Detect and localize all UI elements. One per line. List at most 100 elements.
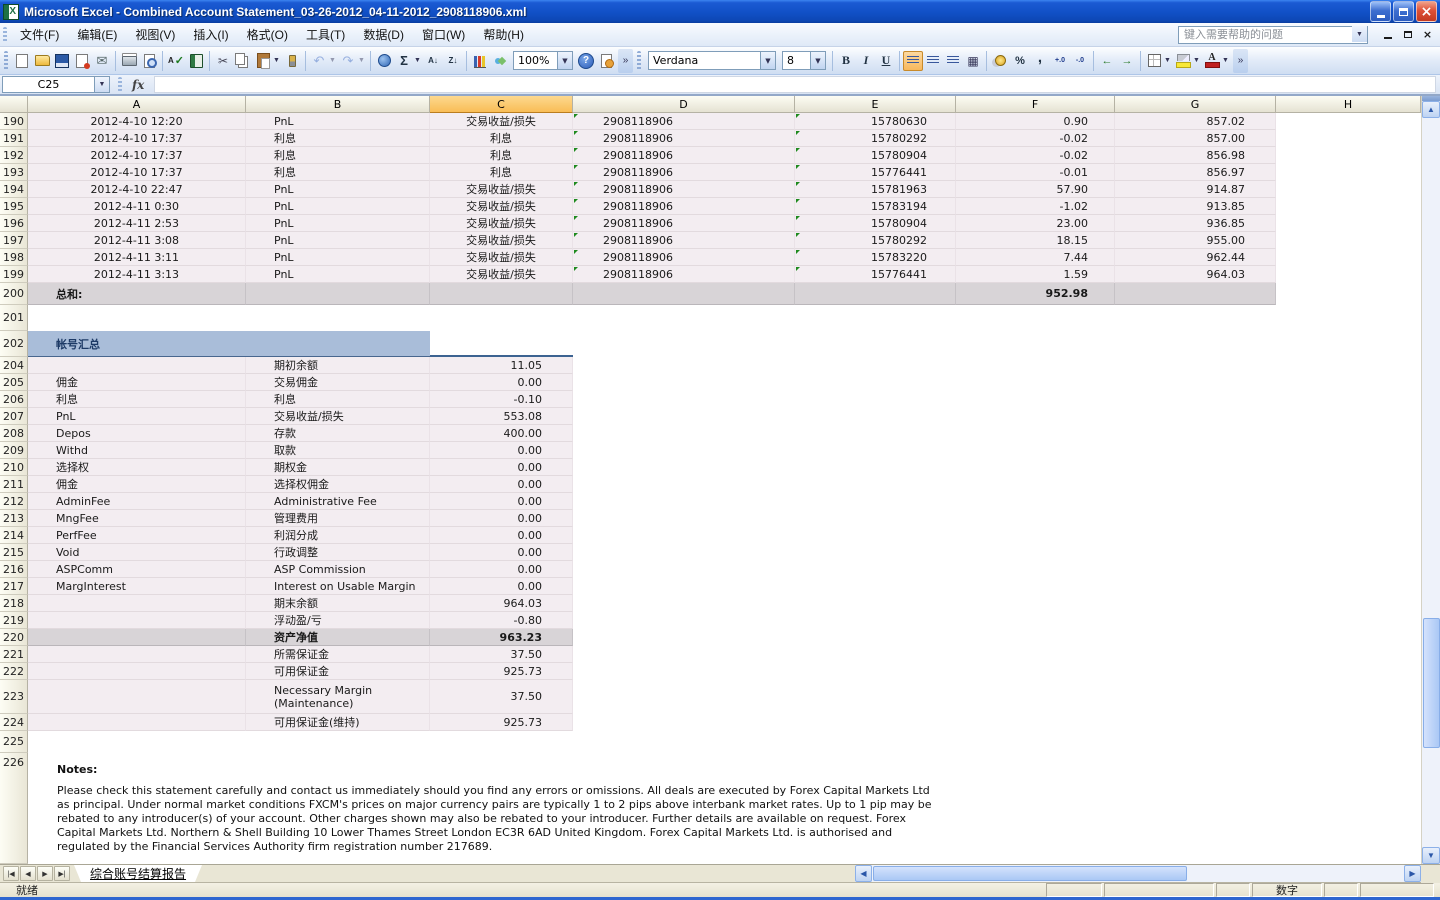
cell-A212[interactable]: AdminFee [28, 493, 246, 510]
cell-A208[interactable]: Depos [28, 425, 246, 442]
cell-B209[interactable]: 取款 [246, 442, 430, 459]
cell-F197[interactable]: 18.15 [956, 232, 1115, 249]
copy-icon[interactable] [233, 51, 253, 71]
cell-C220[interactable]: 963.23 [430, 629, 573, 646]
row-header-217[interactable]: 217 [0, 578, 28, 595]
row-header-216[interactable]: 216 [0, 561, 28, 578]
row-header-195[interactable]: 195 [0, 198, 28, 215]
row-header-204[interactable]: 204 [0, 357, 28, 374]
sort-descending-icon[interactable]: Z↓ [443, 51, 463, 71]
cell-D217[interactable] [573, 578, 1421, 595]
cell-A196[interactable]: 2012-4-11 2:53 [28, 215, 246, 232]
cell-D224[interactable] [573, 714, 1421, 731]
cell-A204[interactable] [28, 357, 246, 374]
row-header-194[interactable]: 194 [0, 181, 28, 198]
cell-A213[interactable]: MngFee [28, 510, 246, 527]
chart-wizard-icon[interactable] [470, 51, 490, 71]
cut-icon[interactable]: ✂ [213, 51, 233, 71]
horizontal-scroll-thumb[interactable] [873, 866, 1187, 881]
menu-format[interactable]: 格式(O) [238, 25, 297, 45]
cell-D193[interactable]: 2908118906 [573, 164, 795, 181]
cell-D222[interactable] [573, 663, 1421, 680]
column-header-F[interactable]: F [956, 96, 1115, 113]
cell-G194[interactable]: 914.87 [1115, 181, 1276, 198]
cell-D207[interactable] [573, 408, 1421, 425]
cell-B205[interactable]: 交易佣金 [246, 374, 430, 391]
cell-B195[interactable]: PnL [246, 198, 430, 215]
cell-E197[interactable]: 15780292 [795, 232, 956, 249]
menu-tools[interactable]: 工具(T) [297, 25, 354, 45]
cell-C196[interactable]: 交易收益/损失 [430, 215, 573, 232]
hyperlink-icon[interactable] [374, 51, 394, 71]
font-size-combo-dropdown-icon[interactable]: ▼ [810, 52, 825, 69]
decrease-indent-icon[interactable]: ← [1097, 51, 1117, 71]
first-sheet-button[interactable]: |◀ [3, 866, 19, 881]
cell-D216[interactable] [573, 561, 1421, 578]
cell-G190[interactable]: 857.02 [1115, 113, 1276, 130]
cell-D199[interactable]: 2908118906 [573, 266, 795, 283]
cell-E198[interactable]: 15783220 [795, 249, 956, 266]
spelling-icon[interactable]: ✓ [166, 51, 186, 71]
row-header-221[interactable]: 221 [0, 646, 28, 663]
cell-B208[interactable]: 存款 [246, 425, 430, 442]
help-question-input[interactable] [1178, 26, 1368, 44]
column-header-B[interactable]: B [246, 96, 430, 113]
cell-G199[interactable]: 964.03 [1115, 266, 1276, 283]
cell-A193[interactable]: 2012-4-10 17:37 [28, 164, 246, 181]
scroll-up-icon[interactable]: ▲ [1422, 101, 1440, 118]
cell-A194[interactable]: 2012-4-10 22:47 [28, 181, 246, 198]
cell-B196[interactable]: PnL [246, 215, 430, 232]
cell-B217[interactable]: Interest on Usable Margin [246, 578, 430, 595]
row-header-209[interactable]: 209 [0, 442, 28, 459]
cell-C212[interactable]: 0.00 [430, 493, 573, 510]
cell-C193[interactable]: 利息 [430, 164, 573, 181]
menu-data[interactable]: 数据(D) [354, 25, 413, 45]
font-color-icon[interactable]: A [1202, 51, 1222, 71]
row-header-213[interactable]: 213 [0, 510, 28, 527]
cell-A217[interactable]: MargInterest [28, 578, 246, 595]
workbook-close-button[interactable]: × [1419, 27, 1436, 42]
row-header-212[interactable]: 212 [0, 493, 28, 510]
borders-icon[interactable] [1144, 51, 1164, 71]
cell-C219[interactable]: -0.80 [430, 612, 573, 629]
help-question-box[interactable]: ▼ [1178, 25, 1368, 44]
row-header-205[interactable]: 205 [0, 374, 28, 391]
paste-icon[interactable] [253, 51, 273, 71]
name-box-dropdown-icon[interactable]: ▼ [94, 76, 110, 93]
font-size-combo[interactable]: 8 ▼ [782, 51, 826, 70]
cell-A209[interactable]: Withd [28, 442, 246, 459]
menu-insert[interactable]: 插入(I) [184, 25, 237, 45]
cell-B207[interactable]: 交易收益/损失 [246, 408, 430, 425]
menu-view[interactable]: 视图(V) [126, 25, 184, 45]
cell-C213[interactable]: 0.00 [430, 510, 573, 527]
cell-D198[interactable]: 2908118906 [573, 249, 795, 266]
cell-F190[interactable]: 0.90 [956, 113, 1115, 130]
empty-row-201[interactable] [28, 305, 1421, 331]
row-header-192[interactable]: 192 [0, 147, 28, 164]
cell-C217[interactable]: 0.00 [430, 578, 573, 595]
row-header-222[interactable]: 222 [0, 663, 28, 680]
cell-A197[interactable]: 2012-4-11 3:08 [28, 232, 246, 249]
align-right-icon[interactable] [943, 51, 963, 71]
column-header-E[interactable]: E [795, 96, 956, 113]
cell-D205[interactable] [573, 374, 1421, 391]
font-name-combo-dropdown-icon[interactable]: ▼ [760, 52, 775, 69]
formula-input[interactable] [154, 76, 1436, 93]
row-header-201[interactable]: 201 [0, 305, 28, 331]
cell-B216[interactable]: ASP Commission [246, 561, 430, 578]
row-header-200[interactable]: 200 [0, 283, 28, 305]
cell-A206[interactable]: 利息 [28, 391, 246, 408]
redo-icon[interactable]: ↷ [338, 51, 358, 71]
save-icon[interactable] [52, 51, 72, 71]
cell-D213[interactable] [573, 510, 1421, 527]
summary-header[interactable]: 帐号汇总 [28, 331, 430, 357]
cell-D191[interactable]: 2908118906 [573, 130, 795, 147]
cell-F198[interactable]: 7.44 [956, 249, 1115, 266]
select-all-corner[interactable] [0, 96, 28, 113]
cell-D208[interactable] [573, 425, 1421, 442]
cell-E196[interactable]: 15780904 [795, 215, 956, 232]
cell-A226[interactable]: Notes: Please check this statement carefu… [28, 753, 1421, 864]
row-header-219[interactable]: 219 [0, 612, 28, 629]
cell-A222[interactable] [28, 663, 246, 680]
cell-G195[interactable]: 913.85 [1115, 198, 1276, 215]
